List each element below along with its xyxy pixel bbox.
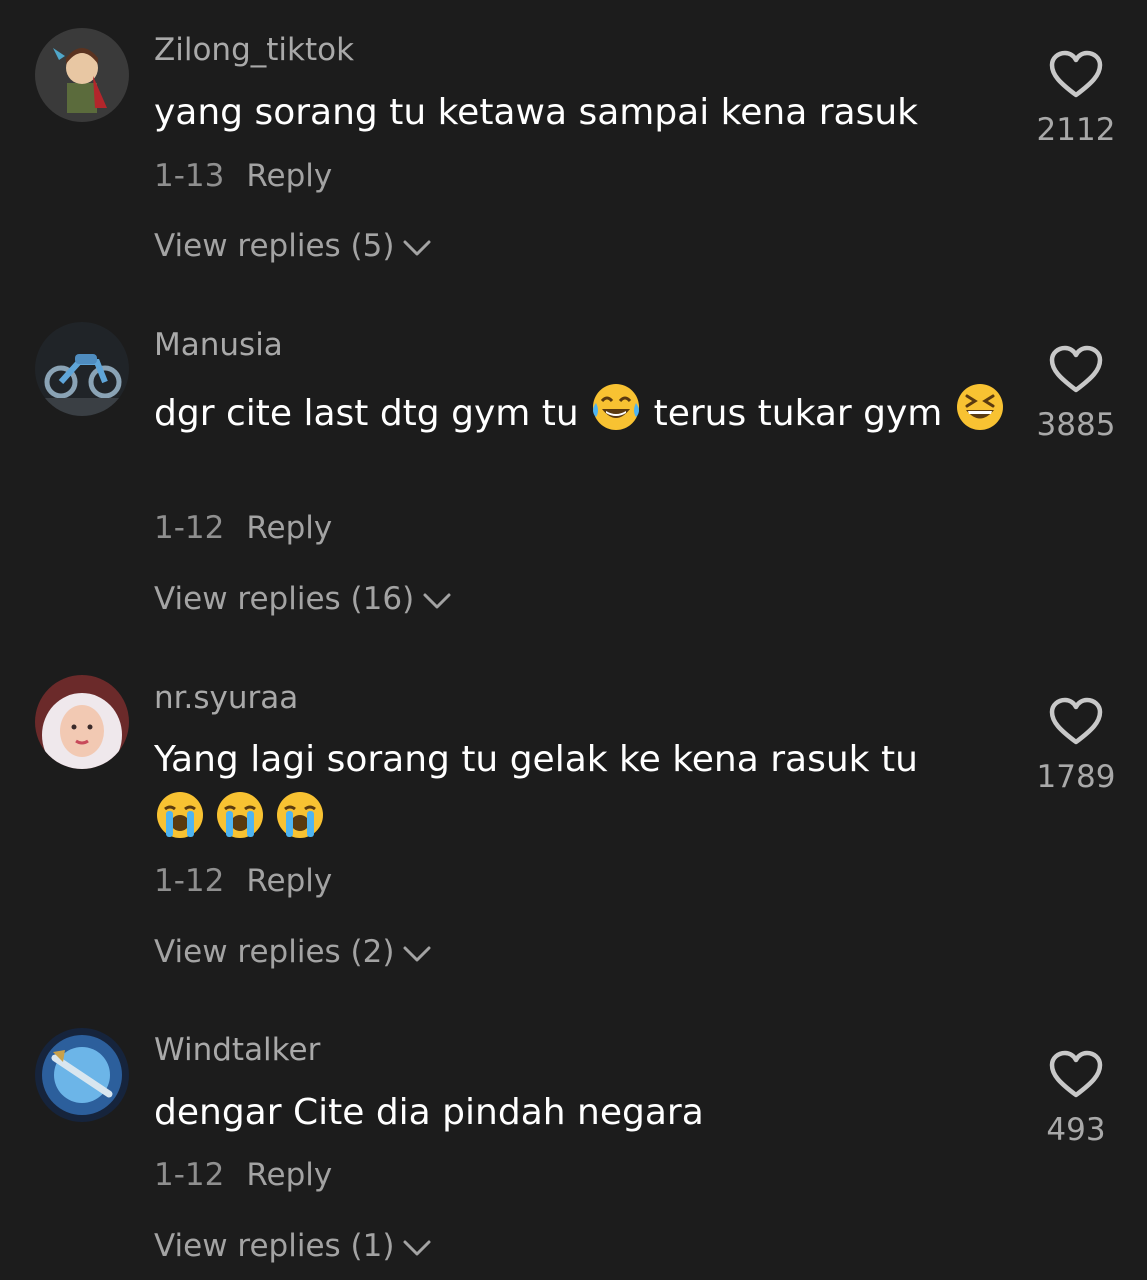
comment-username[interactable]: Windtalker (154, 1032, 320, 1068)
like-count: 493 (1046, 1112, 1106, 1148)
comment-text-body: dengar Cite dia pindah negara (154, 1092, 704, 1133)
anime-character-avatar-icon (35, 28, 129, 122)
comment-date: 1-12 (154, 510, 225, 546)
comment-text-body: Yang lagi sorang tu gelak ke kena rasuk … (154, 739, 918, 780)
view-replies-label: View replies (16) (154, 581, 415, 617)
reply-button[interactable]: Reply (246, 158, 332, 194)
view-replies-button[interactable]: View replies (16) (154, 581, 452, 617)
grinning-squinting-face-icon (954, 381, 1006, 433)
heart-icon (1049, 50, 1103, 98)
comment-date: 1-12 (154, 863, 225, 899)
comment-meta: 1-12 Reply (154, 1157, 332, 1193)
comment-meta: 1-12 Reply (154, 510, 332, 546)
chevron-down-icon (403, 1240, 431, 1255)
heart-icon (1049, 345, 1103, 393)
view-replies-label: View replies (1) (154, 1228, 395, 1264)
avatar[interactable] (35, 28, 129, 122)
comment-meta: 1-12 Reply (154, 863, 332, 899)
loudly-crying-face-icon (154, 789, 206, 841)
reply-button[interactable]: Reply (246, 510, 332, 546)
like-button[interactable]: 493 (1020, 1050, 1132, 1148)
comment-text: dengar Cite dia pindah negara (154, 1084, 1014, 1142)
avatar[interactable] (35, 322, 129, 416)
comment-text: yang sorang tu ketawa sampai kena rasuk (154, 84, 1014, 142)
comment-date: 1-12 (154, 1157, 225, 1193)
avatar[interactable] (35, 1028, 129, 1122)
view-replies-button[interactable]: View replies (5) (154, 228, 432, 264)
comment-text: dgr cite last dtg gym tu terus tukar gym (154, 381, 1014, 443)
like-button[interactable]: 1789 (1020, 697, 1132, 795)
view-replies-label: View replies (5) (154, 228, 395, 264)
heart-icon (1049, 1050, 1103, 1098)
comment-date: 1-13 (154, 158, 225, 194)
view-replies-button[interactable]: View replies (1) (154, 1228, 432, 1264)
comment-text-body: yang sorang tu ketawa sampai kena rasuk (154, 92, 918, 133)
person-hijab-avatar-icon (35, 675, 129, 769)
like-button[interactable]: 3885 (1020, 345, 1132, 443)
comment-text-before: dgr cite last dtg gym tu (154, 393, 579, 434)
comment-username[interactable]: Manusia (154, 327, 283, 363)
view-replies-label: View replies (2) (154, 934, 395, 970)
like-button[interactable]: 2112 (1020, 50, 1132, 148)
loudly-crying-face-icon (274, 789, 326, 841)
chevron-down-icon (403, 240, 431, 255)
comment-meta: 1-13 Reply (154, 158, 332, 194)
motorcycle-avatar-icon (35, 322, 129, 416)
like-count: 1789 (1036, 759, 1116, 795)
comment-text: Yang lagi sorang tu gelak ke kena rasuk … (154, 731, 1014, 851)
heart-icon (1049, 697, 1103, 745)
game-item-avatar-icon (35, 1028, 129, 1122)
comment-text-after: terus tukar gym (653, 393, 943, 434)
reply-button[interactable]: Reply (246, 1157, 332, 1193)
face-with-tears-of-joy-icon (590, 381, 642, 433)
comment-username[interactable]: Zilong_tiktok (154, 32, 354, 68)
like-count: 2112 (1036, 112, 1116, 148)
view-replies-button[interactable]: View replies (2) (154, 934, 432, 970)
reply-button[interactable]: Reply (246, 863, 332, 899)
like-count: 3885 (1036, 407, 1116, 443)
loudly-crying-face-icon (214, 789, 266, 841)
chevron-down-icon (403, 946, 431, 961)
comment-username[interactable]: nr.syuraa (154, 680, 298, 716)
chevron-down-icon (423, 593, 451, 608)
avatar[interactable] (35, 675, 129, 769)
